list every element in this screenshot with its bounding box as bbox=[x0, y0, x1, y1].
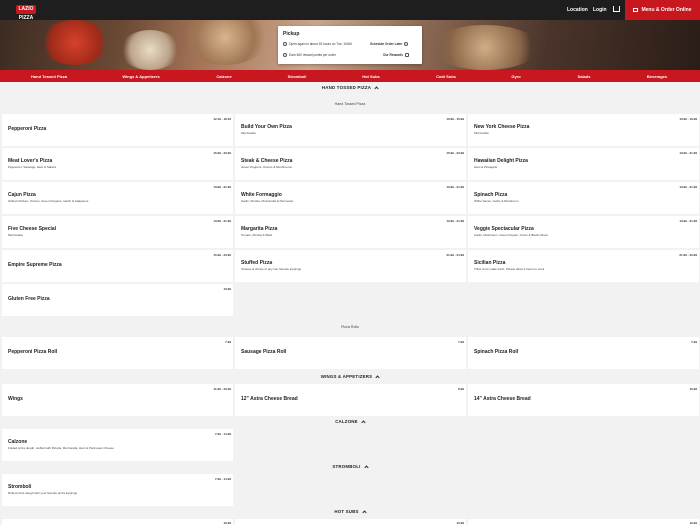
menu-item-card[interactable]: 10.99 14" Astra Cheese Bread bbox=[468, 384, 699, 416]
menu-item-card[interactable]: 10.99 - 16.99 Build Your Own Pizza Mozza… bbox=[235, 114, 466, 146]
hero-image-crust bbox=[430, 25, 540, 70]
category-hot-subs[interactable]: Hot Subs bbox=[362, 74, 380, 79]
subsection-hand-tossed: Hand Tossed Pizza bbox=[334, 102, 366, 106]
menu-item-card[interactable]: 7.99 Pepperoni Pizza Roll bbox=[2, 337, 233, 369]
order-online-button[interactable]: Menu & Order Online bbox=[625, 0, 700, 20]
category-calzone[interactable]: Calzone bbox=[216, 74, 231, 79]
schedule-order-button[interactable]: Schedule Order Later bbox=[370, 42, 409, 47]
section-calzone[interactable]: CALZONE bbox=[0, 419, 700, 425]
category-wings[interactable]: Wings & Appetizers bbox=[122, 74, 159, 79]
pickup-card: Pickup Open again in about 18 hours on T… bbox=[278, 26, 422, 64]
category-cold-subs[interactable]: Cold Subs bbox=[436, 74, 456, 79]
section-stromboli[interactable]: STROMBOLI bbox=[0, 464, 700, 470]
menu-item-card[interactable]: 10.99 bbox=[468, 519, 699, 525]
top-navigation: LAZIO PIZZA Location Login Menu & Order … bbox=[0, 0, 700, 21]
menu-item-card[interactable]: 10.99 bbox=[2, 519, 233, 525]
hero-image-cheese bbox=[120, 30, 180, 70]
menu-item-card[interactable]: 8.99 12" Astra Cheese Bread bbox=[235, 384, 466, 416]
location-link[interactable]: Location bbox=[567, 7, 588, 13]
menu-item-card[interactable]: 10.99 bbox=[235, 519, 466, 525]
menu-item-card[interactable]: 7.99 - 14.99 Stromboli Rolled pizza doug… bbox=[2, 474, 233, 506]
menu-item-card[interactable]: 10.99 - 16.99 New York Cheese Pizza Mozz… bbox=[468, 114, 699, 146]
menu-item-card[interactable]: 12.49 - 18.49 Pepperoni Pizza bbox=[2, 114, 233, 146]
subsection-pizza-rolls: Pizza Rolls bbox=[341, 325, 359, 329]
category-hand-tossed[interactable]: Hand Tossed Pizza bbox=[31, 74, 67, 79]
rewards-link[interactable]: Our Rewards bbox=[383, 53, 409, 58]
order-online-label: Menu & Order Online bbox=[641, 7, 692, 13]
chevron-up-icon bbox=[363, 465, 369, 470]
menu-item-card[interactable]: 7.99 Sausage Pizza Roll bbox=[235, 337, 466, 369]
open-status: Open again in about 18 hours on Tue, 10A… bbox=[283, 42, 352, 47]
menu-item-card[interactable]: 15.99 - 23.99 Steak & Cheese Pizza Green… bbox=[235, 148, 466, 180]
category-beverages[interactable]: Beverages bbox=[647, 74, 667, 79]
section-hot-subs[interactable]: HOT SUBS bbox=[0, 509, 700, 515]
chevron-up-icon bbox=[361, 420, 366, 425]
bell-icon bbox=[404, 42, 409, 47]
gift-icon bbox=[404, 53, 409, 58]
menu-item-card[interactable]: 15.99 - 23.99 Empire Supreme Pizza bbox=[2, 250, 233, 282]
menu-item-card[interactable]: 13.99 - 21.99 Five Cheese Special Mozzar… bbox=[2, 216, 233, 248]
menu-item-card[interactable]: 11.99 - 20.99 Wings bbox=[2, 384, 233, 416]
menu-item-card[interactable]: 13.99 - 21.99 Spinach Pizza White Sauce,… bbox=[468, 182, 699, 214]
clock-icon bbox=[283, 42, 287, 47]
category-salads[interactable]: Salads bbox=[578, 74, 591, 79]
chevron-up-icon bbox=[362, 510, 367, 515]
menu-item-card[interactable]: 15.99 - 23.99 Meat Lover's Pizza Peppero… bbox=[2, 148, 233, 180]
cart-icon[interactable] bbox=[613, 6, 620, 12]
brand-logo[interactable]: LAZIO PIZZA bbox=[16, 5, 36, 21]
menu-item-card[interactable]: 7.99 - 14.99 Calzone Folded pizza dough,… bbox=[2, 429, 233, 461]
menu-item-card[interactable]: 13.99 Gluten Free Pizza bbox=[2, 284, 233, 316]
menu-item-card[interactable]: 13.99 - 21.99 Margarita Pizza Tomato, Ri… bbox=[235, 216, 466, 248]
menu-item-card[interactable]: 13.99 - 21.99 Veggie Spectacular Pizza G… bbox=[468, 216, 699, 248]
menu-item-card[interactable]: 13.99 - 21.99 White Formaggio Garlic, Ri… bbox=[235, 182, 466, 214]
rewards-info: Earn 600 reward points per order bbox=[283, 53, 336, 58]
section-hand-tossed[interactable]: HAND TOSSED PIZZA bbox=[0, 85, 700, 91]
section-wings[interactable]: WINGS & APPETIZERS bbox=[0, 374, 700, 380]
pickup-title: Pickup bbox=[283, 31, 300, 37]
login-link[interactable]: Login bbox=[593, 7, 607, 13]
hero-image-tomato bbox=[40, 20, 110, 65]
reward-icon bbox=[283, 53, 287, 58]
menu-item-card[interactable]: 13.99 - 21.99 Cajun Pizza Grilled Chicke… bbox=[2, 182, 233, 214]
menu-item-card[interactable]: 21.99 - 23.99 Sicilian Pizza Thick crust… bbox=[468, 250, 699, 282]
category-bar: Hand Tossed Pizza Wings & Appetizers Cal… bbox=[0, 70, 700, 82]
menu-item-card[interactable]: 13.99 - 21.99 Hawaiian Delight Pizza Ham… bbox=[468, 148, 699, 180]
menu-icon bbox=[633, 7, 639, 12]
menu-item-card[interactable]: 21.99 - 24.99 Stuffed Pizza Cheese & cho… bbox=[235, 250, 466, 282]
chevron-up-icon bbox=[375, 375, 380, 380]
chevron-up-icon bbox=[374, 86, 379, 91]
category-gyro[interactable]: Gyro bbox=[511, 74, 520, 79]
menu-item-card[interactable]: 7.99 Spinach Pizza Roll bbox=[468, 337, 699, 369]
category-stromboli[interactable]: Stromboli bbox=[288, 74, 307, 79]
